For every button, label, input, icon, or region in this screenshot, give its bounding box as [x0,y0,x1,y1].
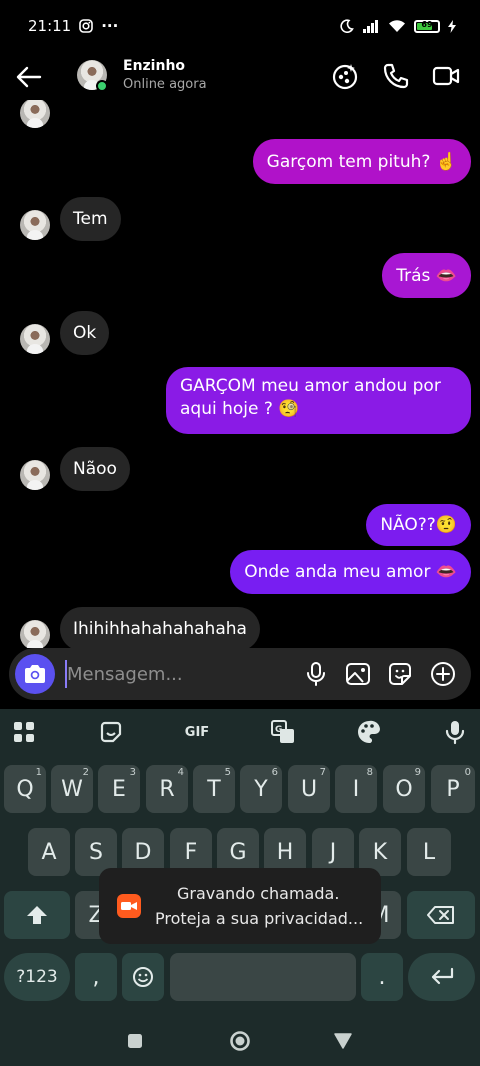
message-input[interactable] [65,660,285,688]
theme-palette-icon[interactable] [355,718,383,746]
key-a[interactable]: A [28,828,70,876]
enter-key[interactable] [408,953,475,1001]
status-bar: 21:11 ··· 69 [0,0,480,52]
gif-button[interactable]: GIF [182,718,212,746]
message-line: GARÇOM meu amor andou por [180,376,441,396]
screen-recorder-icon [117,894,141,918]
keyboard-toolbar: GIF G [0,709,480,755]
message-bubble-outgoing[interactable]: Trás 👄 [382,253,471,298]
svg-text:G: G [275,725,282,735]
key-q[interactable]: Q1 [4,765,46,813]
contact-avatar-small [20,210,50,240]
sticker-icon[interactable] [386,660,414,688]
backspace-key[interactable] [407,891,475,939]
contact-avatar-small [20,324,50,354]
emoji-key[interactable] [122,953,164,1001]
toast-title: Gravando chamada. [177,884,340,903]
back-arrow-icon[interactable] [14,62,44,92]
wifi-icon [389,20,405,32]
enter-arrow-icon [431,967,453,985]
recents-square-icon[interactable] [127,1033,143,1049]
toast-message: Proteja a sua privacidad... [155,909,364,928]
soft-keyboard: GIF G Q1 W2 E3 R4 T5 Y6 U7 I8 O9 P0 A S … [0,709,480,1012]
signal-icon [363,20,378,33]
key-y[interactable]: Y6 [240,765,282,813]
key-r[interactable]: R4 [146,765,188,813]
voice-input-icon[interactable] [441,718,469,746]
message-bubble-incoming[interactable]: Tem [60,197,121,241]
back-triangle-icon[interactable] [334,1033,352,1049]
camera-button[interactable] [15,654,55,694]
shift-key[interactable] [4,891,70,939]
period-key[interactable]: . [361,953,403,1001]
keyboard-sticker-icon[interactable] [97,718,125,746]
message-thread[interactable]: Garçom tem pituh? ☝️ Tem Trás 👄 Ok GARÇO… [0,100,480,648]
battery-level: 69 [421,19,433,29]
message-bubble-outgoing[interactable]: Onde anda meu amor 👄 [230,550,471,594]
backspace-icon [427,906,454,924]
recording-toast: Gravando chamada. Proteja a sua privacid… [99,868,381,944]
translate-icon[interactable]: G [269,718,297,746]
chat-header: Enzinho Online agora [0,52,480,100]
symbols-key[interactable]: ?123 [4,953,70,1001]
phone-call-icon[interactable] [382,62,410,90]
microphone-icon[interactable] [302,660,330,688]
contact-avatar-small [20,460,50,490]
key-i[interactable]: I8 [335,765,377,813]
key-l[interactable]: L [407,828,451,876]
add-circle-icon[interactable] [429,660,457,688]
space-key[interactable] [170,953,356,1001]
emoji-icon [133,967,153,987]
gallery-icon[interactable] [344,660,372,688]
home-circle-icon[interactable] [229,1030,251,1052]
contact-name[interactable]: Enzinho [123,58,185,74]
shift-arrow-icon [27,906,47,924]
charging-icon [448,19,456,33]
contact-presence: Online agora [123,77,207,92]
comma-key[interactable]: , [75,953,117,1001]
system-navigation-bar [0,1012,480,1066]
battery-icon: 69 [414,19,440,33]
message-bubble-incoming[interactable]: Nãoo [60,447,130,491]
moon-icon [340,19,354,33]
contact-avatar-small [20,620,50,648]
message-bubble-incoming[interactable]: Ok [60,311,110,355]
apps-grid-icon[interactable] [10,718,38,746]
effects-icon[interactable] [331,62,359,90]
key-o[interactable]: O9 [383,765,425,813]
contact-avatar-small [20,100,50,128]
message-line: aqui hoje ? 🧐 [180,399,300,419]
key-w[interactable]: W2 [51,765,93,813]
key-t[interactable]: T5 [193,765,235,813]
status-time: 21:11 [28,17,72,35]
message-bubble-outgoing[interactable]: GARÇOM meu amor andou por aqui hoje ? 🧐 [166,367,471,434]
online-indicator [96,80,108,92]
message-bubble-outgoing[interactable]: Garçom tem pituh? ☝️ [252,139,471,184]
video-call-icon[interactable] [432,62,460,90]
message-bubble-outgoing[interactable]: NÃO??🤨 [366,504,471,546]
more-notifications-icon: ··· [101,17,119,35]
instagram-notification-icon [79,19,94,33]
camera-icon [25,665,45,683]
message-composer [9,648,471,700]
message-bubble-incoming[interactable]: Ihihihhahahahahaha [60,607,260,648]
key-u[interactable]: U7 [288,765,330,813]
key-p[interactable]: P0 [431,765,475,813]
key-e[interactable]: E3 [98,765,140,813]
